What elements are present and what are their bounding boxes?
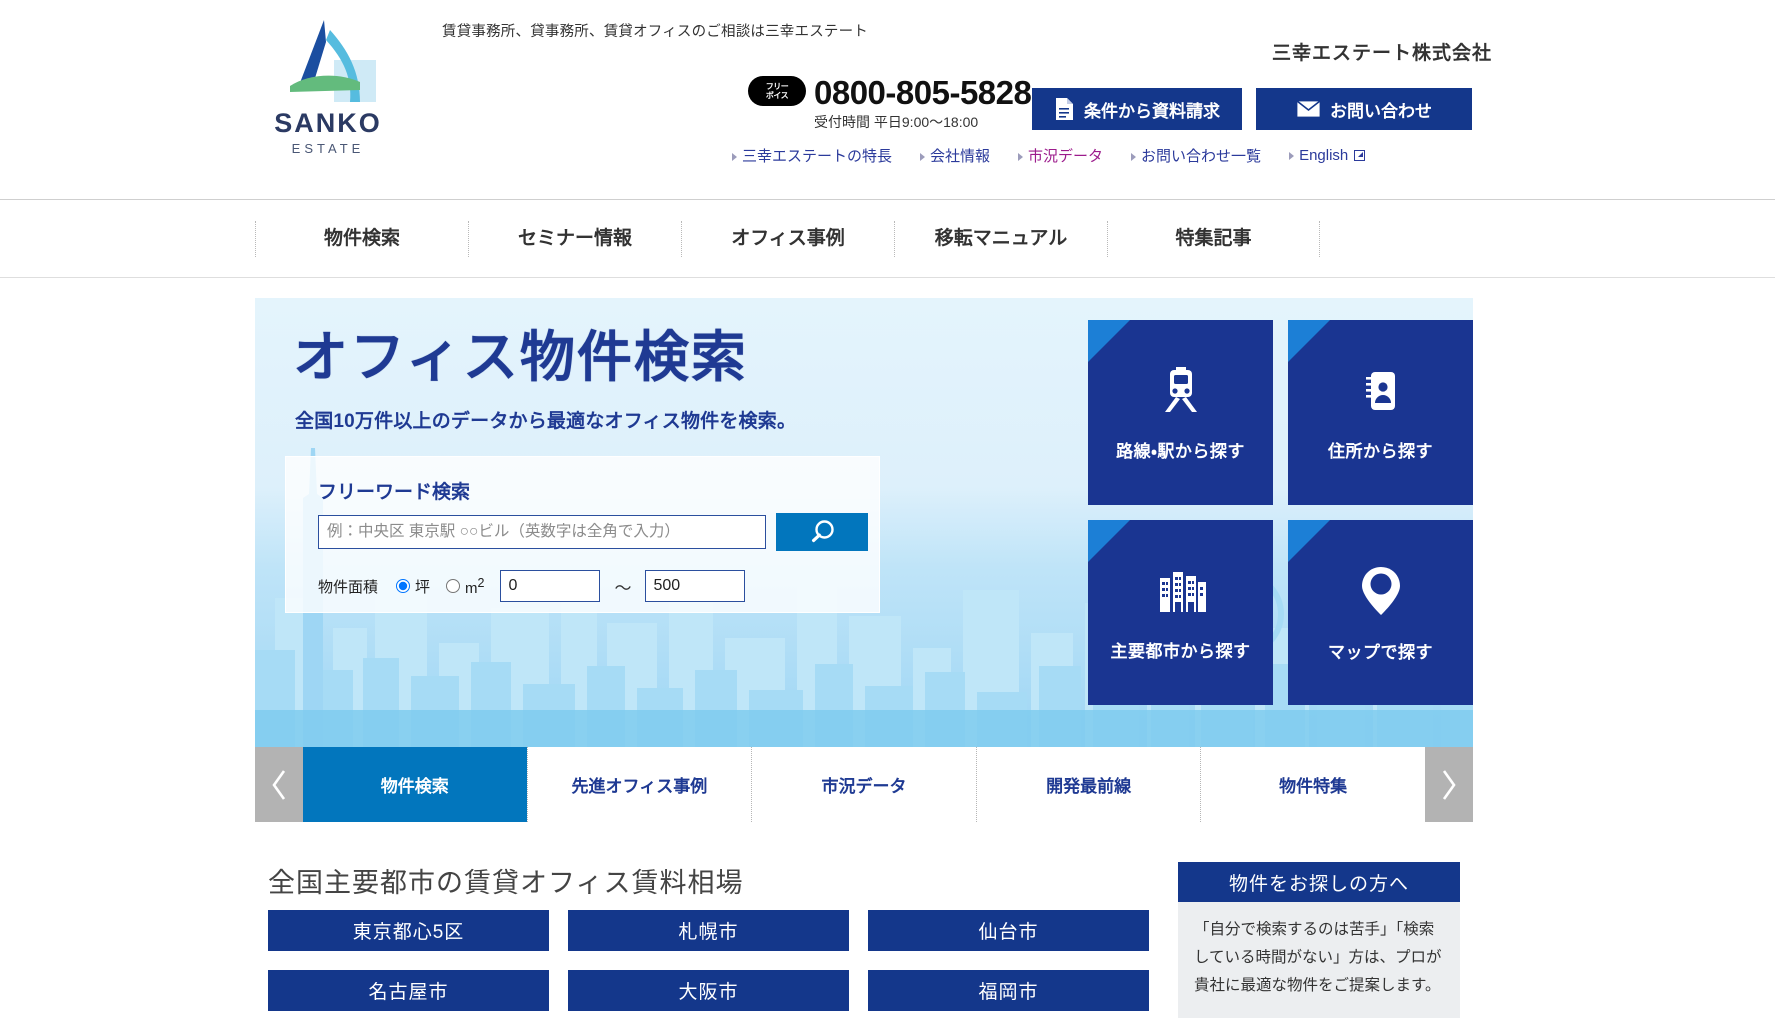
section-title-rent-market: 全国主要都市の賃貸オフィス賃料相場 bbox=[268, 868, 744, 898]
city-button-grid: 東京都心5区 札幌市 仙台市 名古屋市 大阪市 福岡市 bbox=[268, 910, 1158, 1011]
main-nav-item-moving-manual[interactable]: 移転マニュアル bbox=[894, 220, 1107, 257]
city-button-tokyo-5-wards[interactable]: 東京都心5区 bbox=[268, 910, 549, 951]
carousel-tab-market-data[interactable]: 市況データ bbox=[751, 747, 976, 822]
page-root: SANKO ESTATE 賃貸事務所、貸事務所、賃貸オフィスのご相談は三幸エステ… bbox=[0, 0, 1775, 1026]
main-nav-item-office-cases[interactable]: オフィス事例 bbox=[681, 220, 894, 257]
util-nav-label-2: 市況データ bbox=[1028, 148, 1104, 165]
tile-search-by-address[interactable]: 住所から探す bbox=[1288, 320, 1473, 505]
freedial-line1: フリー bbox=[765, 82, 789, 91]
request-documents-button[interactable]: 条件から資料請求 bbox=[1032, 88, 1242, 130]
carousel-next-button[interactable] bbox=[1425, 747, 1473, 822]
site-tagline: 賃貸事務所、貸事務所、賃貸オフィスのご相談は三幸エステート bbox=[442, 24, 869, 40]
hero-banner: オフィス物件検索 全国10万件以上のデータから最適なオフィス物件を検索。 フリー… bbox=[255, 298, 1473, 747]
util-nav-label-1: 会社情報 bbox=[930, 148, 991, 165]
freeword-search-label: フリーワード検索 bbox=[318, 482, 471, 503]
area-max-input[interactable] bbox=[645, 570, 746, 602]
carousel-tab-advanced-office-cases[interactable]: 先進オフィス事例 bbox=[526, 747, 752, 822]
util-nav-item-english[interactable]: English bbox=[1289, 147, 1366, 164]
freedial-badge-icon: フリー ボイス bbox=[748, 76, 806, 106]
utility-nav: 三幸エステートの特長 会社情報 市況データ お問い合わせ一覧 English bbox=[732, 145, 1366, 166]
city-button-nagoya[interactable]: 名古屋市 bbox=[268, 970, 549, 1011]
util-nav-item-company[interactable]: 会社情報 bbox=[920, 145, 990, 166]
logo-subtext: ESTATE bbox=[291, 141, 365, 156]
tile-search-by-map[interactable]: マップで探す bbox=[1288, 520, 1473, 705]
bullet-triangle-icon bbox=[1018, 153, 1024, 162]
city-button-sapporo[interactable]: 札幌市 bbox=[568, 910, 849, 951]
city-button-fukuoka[interactable]: 福岡市 bbox=[868, 970, 1149, 1011]
area-min-input[interactable] bbox=[500, 570, 601, 602]
side-card-for-property-seekers: 物件をお探しの方へ 「自分で検索するのは苦手」「検索している時間がない」方は、プ… bbox=[1178, 862, 1460, 1018]
city-button-sendai[interactable]: 仙台市 bbox=[868, 910, 1149, 951]
tile-label-major-city: 主要都市から探す bbox=[1110, 641, 1251, 661]
site-header: SANKO ESTATE 賃貸事務所、貸事務所、賃貸オフィスのご相談は三幸エステ… bbox=[0, 0, 1775, 200]
chevron-right-icon bbox=[1442, 769, 1456, 800]
map-pin-icon bbox=[1357, 563, 1405, 624]
freeword-search-panel: フリーワード検索 物件面積 坪 m2 〜 bbox=[285, 456, 880, 613]
freedial-line2: ボイス bbox=[765, 91, 789, 100]
document-icon bbox=[1056, 98, 1073, 120]
hero-carousel-tabs: 物件検索 先進オフィス事例 市況データ 開発最前線 物件特集 bbox=[255, 747, 1473, 822]
util-nav-item-inquiry-list[interactable]: お問い合わせ一覧 bbox=[1131, 145, 1261, 166]
main-nav-item-feature-articles[interactable]: 特集記事 bbox=[1107, 220, 1320, 257]
range-separator: 〜 bbox=[614, 578, 632, 598]
bullet-triangle-icon bbox=[732, 153, 737, 162]
bullet-triangle-icon bbox=[1289, 152, 1295, 161]
bullet-triangle-icon bbox=[920, 153, 926, 162]
unit-label-tsubo: 坪 bbox=[415, 578, 431, 596]
side-card-body: 「自分で検索するのは苦手」「検索している時間がない」方は、プロが貴社に最適な物件… bbox=[1178, 902, 1460, 1018]
bullet-triangle-icon bbox=[1131, 153, 1137, 162]
util-nav-label-4: English bbox=[1299, 147, 1349, 164]
contact-button-label: お問い合わせ bbox=[1330, 101, 1432, 121]
main-nav: 物件検索 セミナー情報 オフィス事例 移転マニュアル 特集記事 bbox=[0, 200, 1775, 278]
unit-radio-sqm[interactable] bbox=[446, 579, 461, 593]
telephone-number[interactable]: 0800-805-5828 bbox=[814, 76, 1032, 110]
util-nav-item-market-data[interactable]: 市況データ bbox=[1018, 145, 1103, 166]
hero-subtitle: 全国10万件以上のデータから最適なオフィス物件を検索。 bbox=[295, 411, 797, 432]
carousel-tab-development-frontline[interactable]: 開発最前線 bbox=[975, 747, 1201, 822]
site-logo[interactable]: SANKO ESTATE bbox=[268, 16, 388, 156]
tile-search-by-line-station[interactable]: 路線・駅から探す bbox=[1088, 320, 1273, 505]
main-nav-item-property-search[interactable]: 物件検索 bbox=[255, 220, 468, 257]
main-nav-item-seminar[interactable]: セミナー情報 bbox=[468, 220, 681, 257]
train-icon bbox=[1154, 364, 1208, 423]
tile-search-by-major-city[interactable]: 主要都市から探す bbox=[1088, 520, 1273, 705]
telephone-hours: 受付時間 平日9:00〜18:00 bbox=[814, 114, 979, 130]
carousel-prev-button[interactable] bbox=[255, 747, 303, 822]
telephone-block: フリー ボイス 0800-805-5828 受付時間 平日9:00〜18:00 bbox=[748, 76, 1032, 132]
mail-icon bbox=[1296, 100, 1321, 118]
contact-button[interactable]: お問い合わせ bbox=[1256, 88, 1472, 130]
side-card-title: 物件をお探しの方へ bbox=[1178, 862, 1460, 902]
unit-label-sqm: m2 bbox=[465, 575, 485, 597]
util-nav-label-0: 三幸エステートの特長 bbox=[742, 148, 893, 165]
carousel-tab-property-features[interactable]: 物件特集 bbox=[1200, 747, 1425, 822]
address-book-icon bbox=[1354, 364, 1408, 423]
unit-option-sqm[interactable]: m2 bbox=[446, 576, 484, 597]
sanko-logo-mark bbox=[290, 20, 376, 102]
search-icon bbox=[811, 520, 834, 543]
city-button-osaka[interactable]: 大阪市 bbox=[568, 970, 849, 1011]
buildings-icon bbox=[1153, 564, 1209, 623]
unit-radio-tsubo[interactable] bbox=[396, 579, 411, 593]
external-link-icon bbox=[1354, 150, 1366, 161]
corporate-name: 三幸エステート株式会社 bbox=[1271, 43, 1492, 64]
chevron-left-icon bbox=[272, 769, 286, 800]
request-documents-label: 条件から資料請求 bbox=[1084, 101, 1220, 121]
util-nav-item-features[interactable]: 三幸エステートの特長 bbox=[732, 145, 892, 166]
tile-label-address: 住所から探す bbox=[1328, 441, 1433, 461]
area-filter-label: 物件面積 bbox=[318, 578, 379, 596]
logo-wordmark: SANKO bbox=[274, 108, 382, 138]
carousel-tab-list: 物件検索 先進オフィス事例 市況データ 開発最前線 物件特集 bbox=[303, 747, 1425, 822]
hero-title: オフィス物件検索 bbox=[293, 326, 748, 388]
unit-option-tsubo[interactable]: 坪 bbox=[396, 576, 430, 597]
tile-label-map: マップで探す bbox=[1328, 642, 1433, 662]
carousel-tab-property-search[interactable]: 物件検索 bbox=[303, 747, 527, 822]
search-input[interactable] bbox=[318, 515, 766, 549]
util-nav-label-3: お問い合わせ一覧 bbox=[1141, 148, 1262, 165]
search-submit-button[interactable] bbox=[776, 513, 868, 551]
area-filter-row: 物件面積 坪 m2 〜 bbox=[318, 570, 746, 602]
tile-label-line-station: 路線・駅から探す bbox=[1116, 441, 1245, 461]
